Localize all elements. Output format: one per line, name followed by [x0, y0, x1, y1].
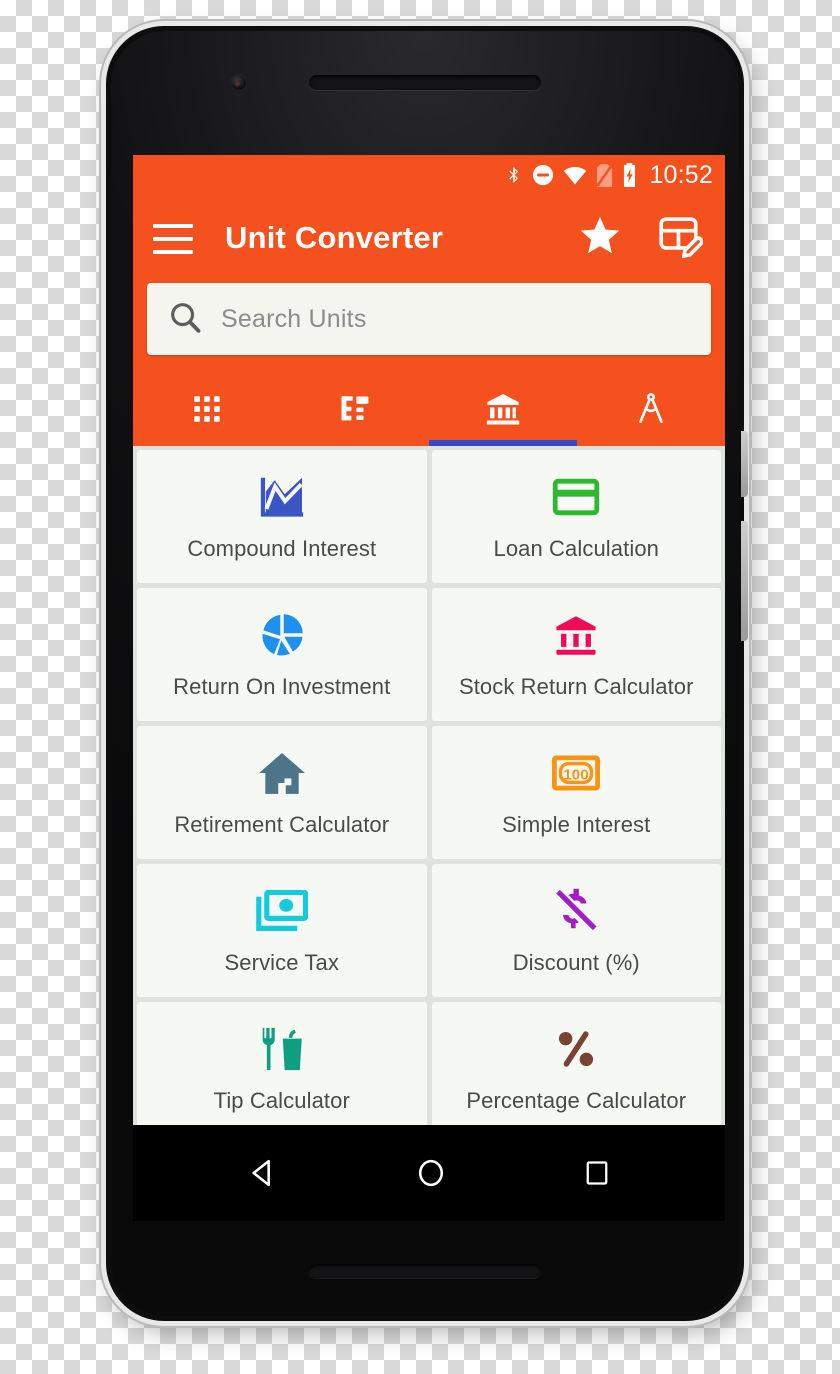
banknote-100-icon: 100: [552, 747, 601, 799]
tab-tools[interactable]: [577, 371, 725, 446]
grid-item-tip-calculator[interactable]: Tip Calculator: [137, 1002, 427, 1125]
app-bar: Unit Converter: [133, 195, 725, 281]
favorites-star-button[interactable]: [577, 213, 623, 264]
grid-item-label: Discount (%): [512, 950, 640, 975]
fork-and-drink-icon: [257, 1023, 307, 1075]
home-icon: [257, 747, 307, 799]
phone-screen: 10:52 Unit Converter Search Units Compou…: [133, 155, 725, 1125]
app-bar-actions: [577, 213, 704, 264]
tab-bar: [133, 371, 725, 446]
tab-categories[interactable]: [281, 371, 429, 446]
no-sim-icon: [596, 163, 614, 187]
wifi-icon: [563, 165, 587, 185]
grid-item-return-on-investment[interactable]: Return On Investment: [137, 588, 427, 721]
grid-item-label: Return On Investment: [173, 674, 391, 699]
battery-charging-icon: [622, 163, 637, 187]
nav-home-button[interactable]: [414, 1156, 448, 1190]
page-title: Unit Converter: [225, 220, 444, 255]
front-camera-icon: [231, 75, 246, 90]
nav-recents-button[interactable]: [582, 1158, 612, 1188]
grid-item-simple-interest[interactable]: 100 Simple Interest: [431, 726, 721, 859]
money-off-icon: [553, 885, 599, 937]
percent-icon: [553, 1023, 599, 1075]
status-bar: 10:52: [133, 155, 725, 195]
cash-stack-icon: [255, 885, 308, 937]
do-not-disturb-icon: [532, 164, 554, 186]
grid-item-retirement-calculator[interactable]: Retirement Calculator: [137, 726, 427, 859]
customize-grid-button[interactable]: [657, 213, 704, 264]
tab-all-units[interactable]: [133, 371, 281, 446]
bank-icon: [552, 609, 600, 661]
tab-indicator: [429, 440, 577, 446]
grid-item-discount[interactable]: Discount (%): [431, 864, 721, 997]
grid-item-label: Tip Calculator: [213, 1088, 350, 1113]
grid-item-service-tax[interactable]: Service Tax: [137, 864, 427, 997]
grid-item-percentage-calculator[interactable]: Percentage Calculator: [431, 1002, 721, 1125]
grid-item-stock-return-calculator[interactable]: Stock Return Calculator: [431, 588, 721, 721]
tab-finance[interactable]: [429, 371, 577, 446]
volume-button[interactable]: [741, 521, 748, 641]
bottom-speaker: [309, 1264, 541, 1278]
phone-bezel: 10:52 Unit Converter Search Units Compou…: [111, 31, 748, 1316]
grid-item-label: Retirement Calculator: [174, 812, 390, 837]
phone-device: 10:52 Unit Converter Search Units Compou…: [106, 26, 748, 1321]
search-placeholder: Search Units: [221, 304, 367, 333]
line-chart-icon: [257, 471, 307, 523]
search-bar-container: Search Units: [133, 281, 725, 371]
search-icon: [167, 299, 203, 340]
nav-back-button[interactable]: [246, 1156, 280, 1190]
grid-item-loan-calculation[interactable]: Loan Calculation: [431, 450, 721, 583]
bluetooth-icon: [505, 163, 523, 187]
grid-item-label: Simple Interest: [502, 812, 651, 837]
hamburger-menu-icon[interactable]: [153, 222, 193, 254]
grid-item-label: Loan Calculation: [493, 536, 659, 561]
search-input[interactable]: Search Units: [147, 283, 711, 355]
power-button[interactable]: [741, 431, 748, 497]
grid-item-label: Service Tax: [224, 950, 339, 975]
earpiece-speaker: [309, 75, 541, 90]
svg-text:100: 100: [564, 767, 589, 784]
finance-tools-grid: Compound Interest Loan Calculation Retur…: [133, 446, 725, 1125]
grid-item-label: Stock Return Calculator: [458, 674, 694, 699]
grid-item-label: Percentage Calculator: [466, 1088, 687, 1113]
pie-chart-icon: [259, 609, 305, 661]
grid-item-compound-interest[interactable]: Compound Interest: [137, 450, 427, 583]
grid-item-label: Compound Interest: [187, 536, 377, 561]
credit-card-icon: [552, 471, 600, 523]
android-nav-bar: [133, 1125, 725, 1221]
status-bar-clock: 10:52: [649, 160, 713, 189]
